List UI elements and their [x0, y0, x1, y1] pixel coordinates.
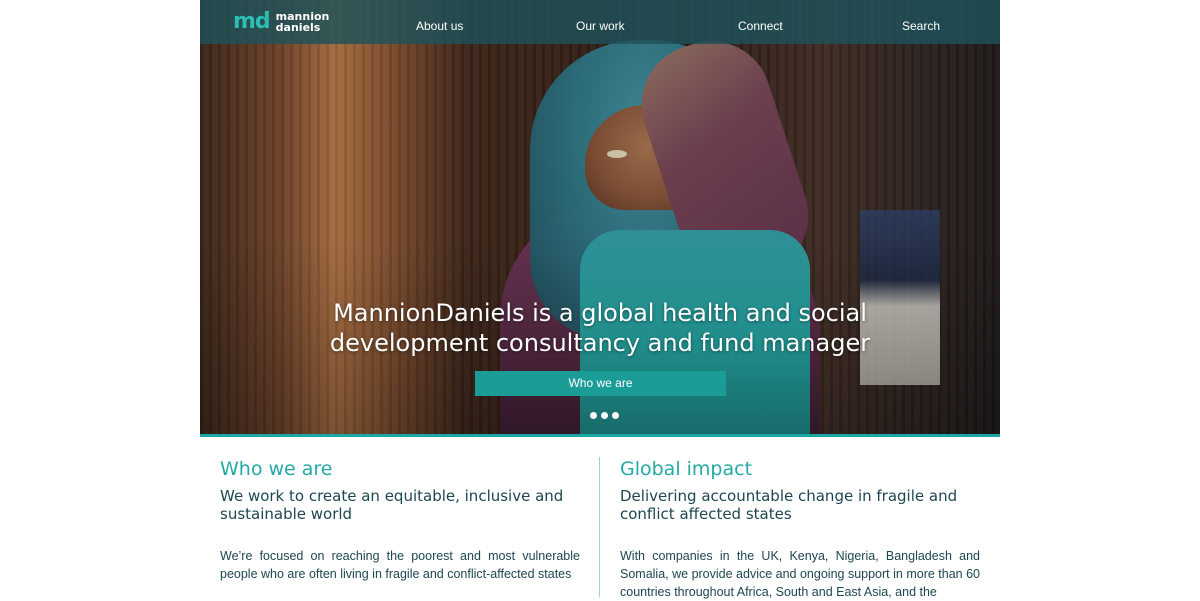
hero-banner: MannionDaniels is a global health and so…: [200, 0, 1000, 434]
hero-headline: MannionDaniels is a global health and so…: [200, 298, 1000, 358]
who-we-are-body: We’re focused on reaching the poorest an…: [220, 549, 580, 581]
logo[interactable]: md mannion daniels: [233, 9, 329, 35]
slide-indicators: [590, 412, 619, 419]
logo-wordmark: mannion daniels: [276, 11, 330, 33]
logo-word-2: daniels: [275, 21, 321, 34]
who-we-are-button[interactable]: Who we are: [475, 371, 726, 396]
nav-connect[interactable]: Connect: [738, 0, 783, 44]
global-impact-subtitle: Delivering accountable change in fragile…: [620, 487, 958, 523]
who-we-are-title: Who we are: [220, 458, 333, 480]
who-we-are-subtitle: We work to create an equitable, inclusiv…: [220, 487, 564, 523]
nav-search[interactable]: Search: [902, 0, 940, 44]
top-navigation: md mannion daniels About us Our work Con…: [200, 0, 1000, 44]
logo-mark: md: [233, 9, 271, 34]
global-impact-section: Global impact Delivering accountable cha…: [620, 455, 980, 601]
column-divider: [599, 457, 600, 597]
hero-accent-bar: [200, 434, 1000, 437]
global-impact-title: Global impact: [620, 458, 753, 480]
hero-shade: [200, 0, 1000, 434]
hero-headline-line-1: MannionDaniels is a global health and so…: [333, 299, 867, 327]
slide-dot-2[interactable]: [601, 412, 608, 419]
nav-about-us[interactable]: About us: [416, 0, 463, 44]
global-impact-body: With companies in the UK, Kenya, Nigeria…: [620, 549, 980, 599]
slide-dot-1[interactable]: [590, 412, 597, 419]
hero-headline-line-2: development consultancy and fund manager: [329, 329, 871, 357]
page: MannionDaniels is a global health and so…: [200, 0, 1000, 599]
nav-our-work[interactable]: Our work: [576, 0, 625, 44]
slide-dot-3[interactable]: [612, 412, 619, 419]
who-we-are-section: Who we are We work to create an equitabl…: [220, 455, 580, 583]
